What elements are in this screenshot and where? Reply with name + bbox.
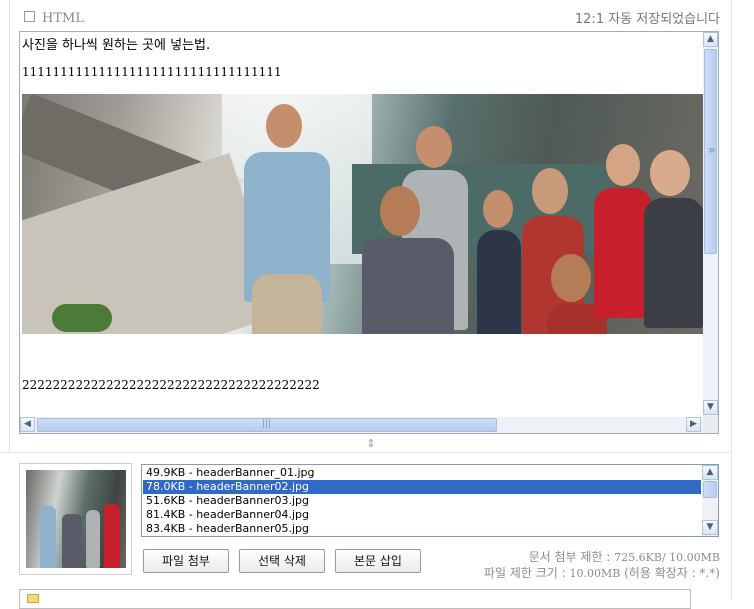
arrow-up-icon[interactable]: ▲ xyxy=(702,465,718,480)
arrow-right-icon[interactable]: ▶ xyxy=(686,417,701,432)
attachment-preview xyxy=(19,463,132,575)
frame-left-border xyxy=(9,0,10,452)
editor-toolbar: HTML 12:1 자동 저장되었습니다 xyxy=(0,0,754,32)
editor-content-area[interactable]: 사진을 하나씩 원하는 곳에 넣는법. 11111111111111111111… xyxy=(20,32,703,417)
scrollbar-corner xyxy=(703,417,718,433)
arrow-left-icon[interactable]: ◀ xyxy=(20,417,35,432)
photo-grass xyxy=(52,304,112,332)
file-limit-value: 10.00MB xyxy=(569,567,621,580)
file-list-item[interactable]: 81.4KB - headerBanner04.jpg xyxy=(143,508,701,522)
file-list-scroll-thumb[interactable] xyxy=(703,481,717,498)
delete-selected-button[interactable]: 선택 삭제 xyxy=(239,549,325,573)
insert-into-body-button[interactable]: 본문 삽입 xyxy=(335,549,421,573)
file-list-scrollbar[interactable]: ▲ ▼ xyxy=(702,465,718,536)
autosave-status: 12:1 자동 저장되었습니다 xyxy=(574,12,720,27)
attach-file-button[interactable]: 파일 첨부 xyxy=(143,549,229,573)
file-list-item[interactable]: 83.4KB - headerBanner05.jpg xyxy=(143,522,701,536)
attachment-preview-image xyxy=(26,470,126,568)
file-list-item[interactable]: 51.6KB - headerBanner03.jpg xyxy=(143,494,701,508)
allowed-extensions: (허용 확장자 : *.*) xyxy=(620,566,720,580)
section-divider xyxy=(0,452,732,453)
file-limit-label: 파일 제한 크기 : xyxy=(483,566,570,580)
vertical-scroll-thumb[interactable]: ≡ xyxy=(704,49,717,254)
document-limit-value: 725.6KB/ 10.00MB xyxy=(614,551,720,564)
file-list-item[interactable]: 49.9KB - headerBanner_01.jpg xyxy=(143,466,701,480)
file-list-item-selected[interactable]: 78.0KB - headerBanner02.jpg xyxy=(143,480,701,494)
editor-horizontal-scrollbar[interactable]: ◀ ||| ▶ xyxy=(20,417,703,433)
document-attach-limit: 문서 첨부 제한 : 725.6KB/ 10.00MB xyxy=(529,548,720,565)
editor-text-line: 222222222222222222222222222222222222222 xyxy=(22,378,320,392)
editor-text-line: 사진을 하나씩 원하는 곳에 넣는법. xyxy=(22,38,211,53)
bottom-panel xyxy=(19,589,691,609)
arrow-down-icon[interactable]: ▼ xyxy=(702,520,718,535)
html-mode-checkbox[interactable] xyxy=(24,11,35,22)
arrow-up-icon[interactable]: ▲ xyxy=(703,32,718,47)
editor-resize-bar[interactable]: ⇕ xyxy=(10,436,731,452)
inserted-photo[interactable] xyxy=(22,94,703,334)
editor-frame: 사진을 하나씩 원하는 곳에 넣는법. 11111111111111111111… xyxy=(19,31,719,434)
resize-handle-icon[interactable]: ⇕ xyxy=(365,436,377,452)
horizontal-scroll-thumb[interactable]: ||| xyxy=(37,418,497,432)
attachment-file-list[interactable]: 49.9KB - headerBanner_01.jpg 78.0KB - he… xyxy=(141,464,719,537)
html-mode-label: HTML xyxy=(42,11,84,26)
arrow-down-icon[interactable]: ▼ xyxy=(703,400,718,415)
frame-right-border xyxy=(731,0,732,600)
folder-icon xyxy=(27,594,39,603)
document-limit-label: 문서 첨부 제한 : xyxy=(528,550,615,564)
file-size-limit: 파일 제한 크기 : 10.00MB (허용 확장자 : *.*) xyxy=(484,564,720,581)
editor-text-line: 1111111111111111111111111111111111 xyxy=(22,65,282,79)
editor-vertical-scrollbar[interactable]: ▲ ≡ ▼ xyxy=(703,32,718,417)
